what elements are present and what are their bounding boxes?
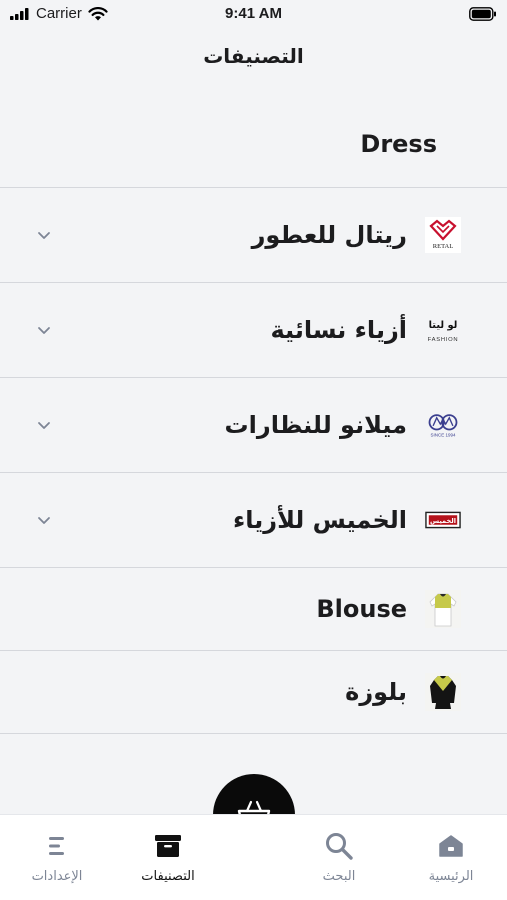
status-bar: Carrier 9:41 AM [0, 0, 507, 30]
category-label: الخميس للأزياء [232, 506, 407, 534]
chevron-down-icon[interactable] [36, 227, 52, 243]
tab-label: التصنيفات [141, 869, 195, 884]
milano-logo-sub: SINCE 1994 [430, 433, 456, 438]
alkhamis-logo-text: الخميس [430, 517, 456, 525]
retal-logo: RETAL [425, 217, 461, 253]
retal-logo-text: RETAL [433, 243, 453, 250]
battery-icon [469, 7, 496, 21]
settings-lines-icon [2, 831, 112, 861]
category-row-dress[interactable]: Dress [0, 100, 507, 188]
lolita-logo-sub: FASHION [428, 337, 459, 343]
lolita-logo: لو ليتا FASHION [425, 312, 461, 348]
chevron-down-icon[interactable] [36, 417, 52, 433]
tab-bar: الإعدادات التصنيفات البحث الرئيسية [0, 814, 507, 900]
chevron-down-icon[interactable] [36, 322, 52, 338]
category-row-women-fashion[interactable]: أزياء نسائية لو ليتا FASHION [0, 283, 507, 378]
category-row-blouse[interactable]: Blouse [0, 568, 507, 651]
category-label: Dress [360, 129, 437, 158]
category-row-milano[interactable]: ميلانو للنظارات SINCE 1994 [0, 378, 507, 473]
category-label: Blouse [316, 595, 407, 623]
tab-label: الإعدادات [31, 869, 83, 884]
lolita-logo-text: لو ليتا [429, 320, 458, 331]
search-icon [284, 831, 394, 861]
status-right [469, 6, 497, 25]
category-label: بلوزة [345, 678, 407, 706]
category-label: ريتال للعطور [251, 221, 407, 249]
tab-categories[interactable]: التصنيفات [113, 831, 223, 884]
tab-home[interactable]: الرئيسية [396, 831, 506, 884]
category-list: Dress ريتال للعطور RETAL أزياء نسائية لو… [0, 100, 507, 734]
category-row-blouse-ar[interactable]: بلوزة [0, 651, 507, 734]
alkhamis-logo: الخميس [425, 502, 461, 538]
category-row-alkhamis[interactable]: الخميس للأزياء الخميس [0, 473, 507, 568]
home-icon [396, 831, 506, 861]
tab-search[interactable]: البحث [284, 831, 394, 884]
category-label: ميلانو للنظارات [224, 411, 407, 439]
tab-settings[interactable]: الإعدادات [2, 831, 112, 884]
tab-label: البحث [322, 869, 356, 884]
tab-label: الرئيسية [428, 869, 474, 884]
blouse-photo [425, 590, 461, 628]
status-time: 9:41 AM [225, 5, 282, 22]
blouse-dark-photo [425, 673, 461, 711]
milano-logo: SINCE 1994 [425, 407, 461, 443]
chevron-down-icon[interactable] [36, 512, 52, 528]
category-row-retal[interactable]: ريتال للعطور RETAL [0, 188, 507, 283]
archive-box-icon [113, 831, 223, 861]
category-label: أزياء نسائية [270, 316, 408, 344]
page-title: التصنيفات [203, 44, 304, 68]
